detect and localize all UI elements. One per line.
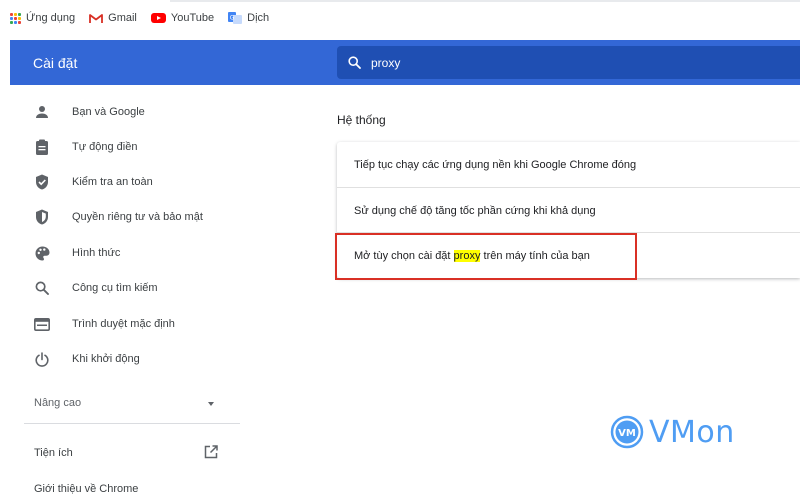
sidebar-item-you-and-google[interactable]: Bạn và Google xyxy=(10,97,240,127)
sidebar-divider xyxy=(24,423,240,424)
advanced-toggle[interactable]: Nâng cao xyxy=(10,389,240,417)
sidebar-item-about-chrome[interactable]: Giới thiệu về Chrome xyxy=(34,483,138,495)
search-icon xyxy=(34,280,50,296)
search-input[interactable] xyxy=(371,55,751,70)
logo-text: VMon xyxy=(649,414,735,450)
setting-row-background-apps[interactable]: Tiếp tục chạy các ứng dụng nền khi Googl… xyxy=(337,142,800,187)
chevron-down-icon xyxy=(208,402,214,406)
vmon-badge-icon: VM xyxy=(610,415,644,449)
bookmarks-bar: Ứng dụng Gmail YouTube G Dịch xyxy=(0,0,800,36)
label-text-before: Mở tùy chọn cài đặt xyxy=(354,250,454,262)
translate-icon: G xyxy=(228,12,243,24)
logo-badge-text: VM xyxy=(618,428,636,439)
sidebar-item-privacy-security[interactable]: Quyền riêng tư và bảo mật xyxy=(10,202,240,232)
apps-grid-icon xyxy=(10,12,21,24)
system-settings-card: Tiếp tục chạy các ứng dụng nền khi Googl… xyxy=(337,142,800,278)
sidebar-item-label: Hình thức xyxy=(72,247,121,259)
page-title: Cài đặt xyxy=(33,55,78,71)
search-icon xyxy=(348,56,361,69)
sidebar-item-appearance[interactable]: Hình thức xyxy=(10,238,240,268)
sidebar-item-default-browser[interactable]: Trình duyệt mặc định xyxy=(10,309,240,339)
sidebar-item-label: Khi khởi động xyxy=(72,353,140,365)
power-icon xyxy=(34,351,50,367)
bookmark-gmail[interactable]: Gmail xyxy=(89,12,137,24)
vmon-logo: VM VMon xyxy=(609,411,759,453)
setting-row-label: Tiếp tục chạy các ứng dụng nền khi Googl… xyxy=(354,159,637,171)
youtube-icon xyxy=(150,13,166,23)
setting-row-open-proxy-settings[interactable]: Mở tùy chọn cài đặt proxy trên máy tính … xyxy=(337,232,800,277)
clipboard-icon xyxy=(34,139,50,155)
sidebar-item-label: Tự động điền xyxy=(72,141,138,153)
sidebar-item-label: Bạn và Google xyxy=(72,106,145,118)
bookmark-youtube[interactable]: YouTube xyxy=(150,12,215,24)
sidebar-item-search-engine[interactable]: Công cụ tìm kiếm xyxy=(10,273,240,303)
browser-icon xyxy=(34,316,50,332)
sidebar-item-label: Trình duyệt mặc định xyxy=(72,318,175,330)
label-text-after: trên máy tính của bạn xyxy=(480,250,590,262)
setting-row-label: Sử dụng chế độ tăng tốc phần cứng khi kh… xyxy=(354,205,596,217)
settings-header: Cài đặt xyxy=(10,40,800,85)
gmail-icon xyxy=(89,13,104,23)
sidebar-item-extensions[interactable]: Tiện ích xyxy=(10,440,240,466)
settings-sidebar: Bạn và Google Tự động điền Kiểm tra an t… xyxy=(10,85,240,500)
shield-check-icon xyxy=(34,174,50,190)
sidebar-item-label: Kiểm tra an toàn xyxy=(72,176,153,188)
settings-search[interactable] xyxy=(337,46,800,79)
svg-text:G: G xyxy=(230,15,235,22)
bookmark-label: YouTube xyxy=(170,12,215,24)
sidebar-item-autofill[interactable]: Tự động điền xyxy=(10,132,240,162)
bookmark-apps[interactable]: Ứng dụng xyxy=(10,12,75,24)
bookmark-translate[interactable]: G Dịch xyxy=(228,12,269,24)
sidebar-item-label: Quyền riêng tư và bảo mật xyxy=(72,211,203,223)
person-icon xyxy=(34,104,50,120)
sidebar-item-safety-check[interactable]: Kiểm tra an toàn xyxy=(10,167,240,197)
bookmark-label: Gmail xyxy=(108,12,137,24)
bookmark-label: Ứng dụng xyxy=(26,12,76,24)
setting-row-hardware-acceleration[interactable]: Sử dụng chế độ tăng tốc phần cứng khi kh… xyxy=(337,187,800,232)
advanced-label: Nâng cao xyxy=(34,397,82,409)
external-link-icon xyxy=(204,445,218,459)
section-title-system: Hệ thống xyxy=(337,113,386,127)
extensions-label: Tiện ích xyxy=(34,447,73,459)
setting-row-label: Mở tùy chọn cài đặt proxy trên máy tính … xyxy=(354,250,590,262)
sidebar-item-label: Công cụ tìm kiếm xyxy=(72,282,158,294)
sidebar-item-on-startup[interactable]: Khi khởi động xyxy=(10,344,240,374)
shield-icon xyxy=(34,209,50,225)
palette-icon xyxy=(34,245,50,261)
bookmark-label: Dịch xyxy=(247,12,270,24)
search-highlight: proxy xyxy=(453,250,481,262)
